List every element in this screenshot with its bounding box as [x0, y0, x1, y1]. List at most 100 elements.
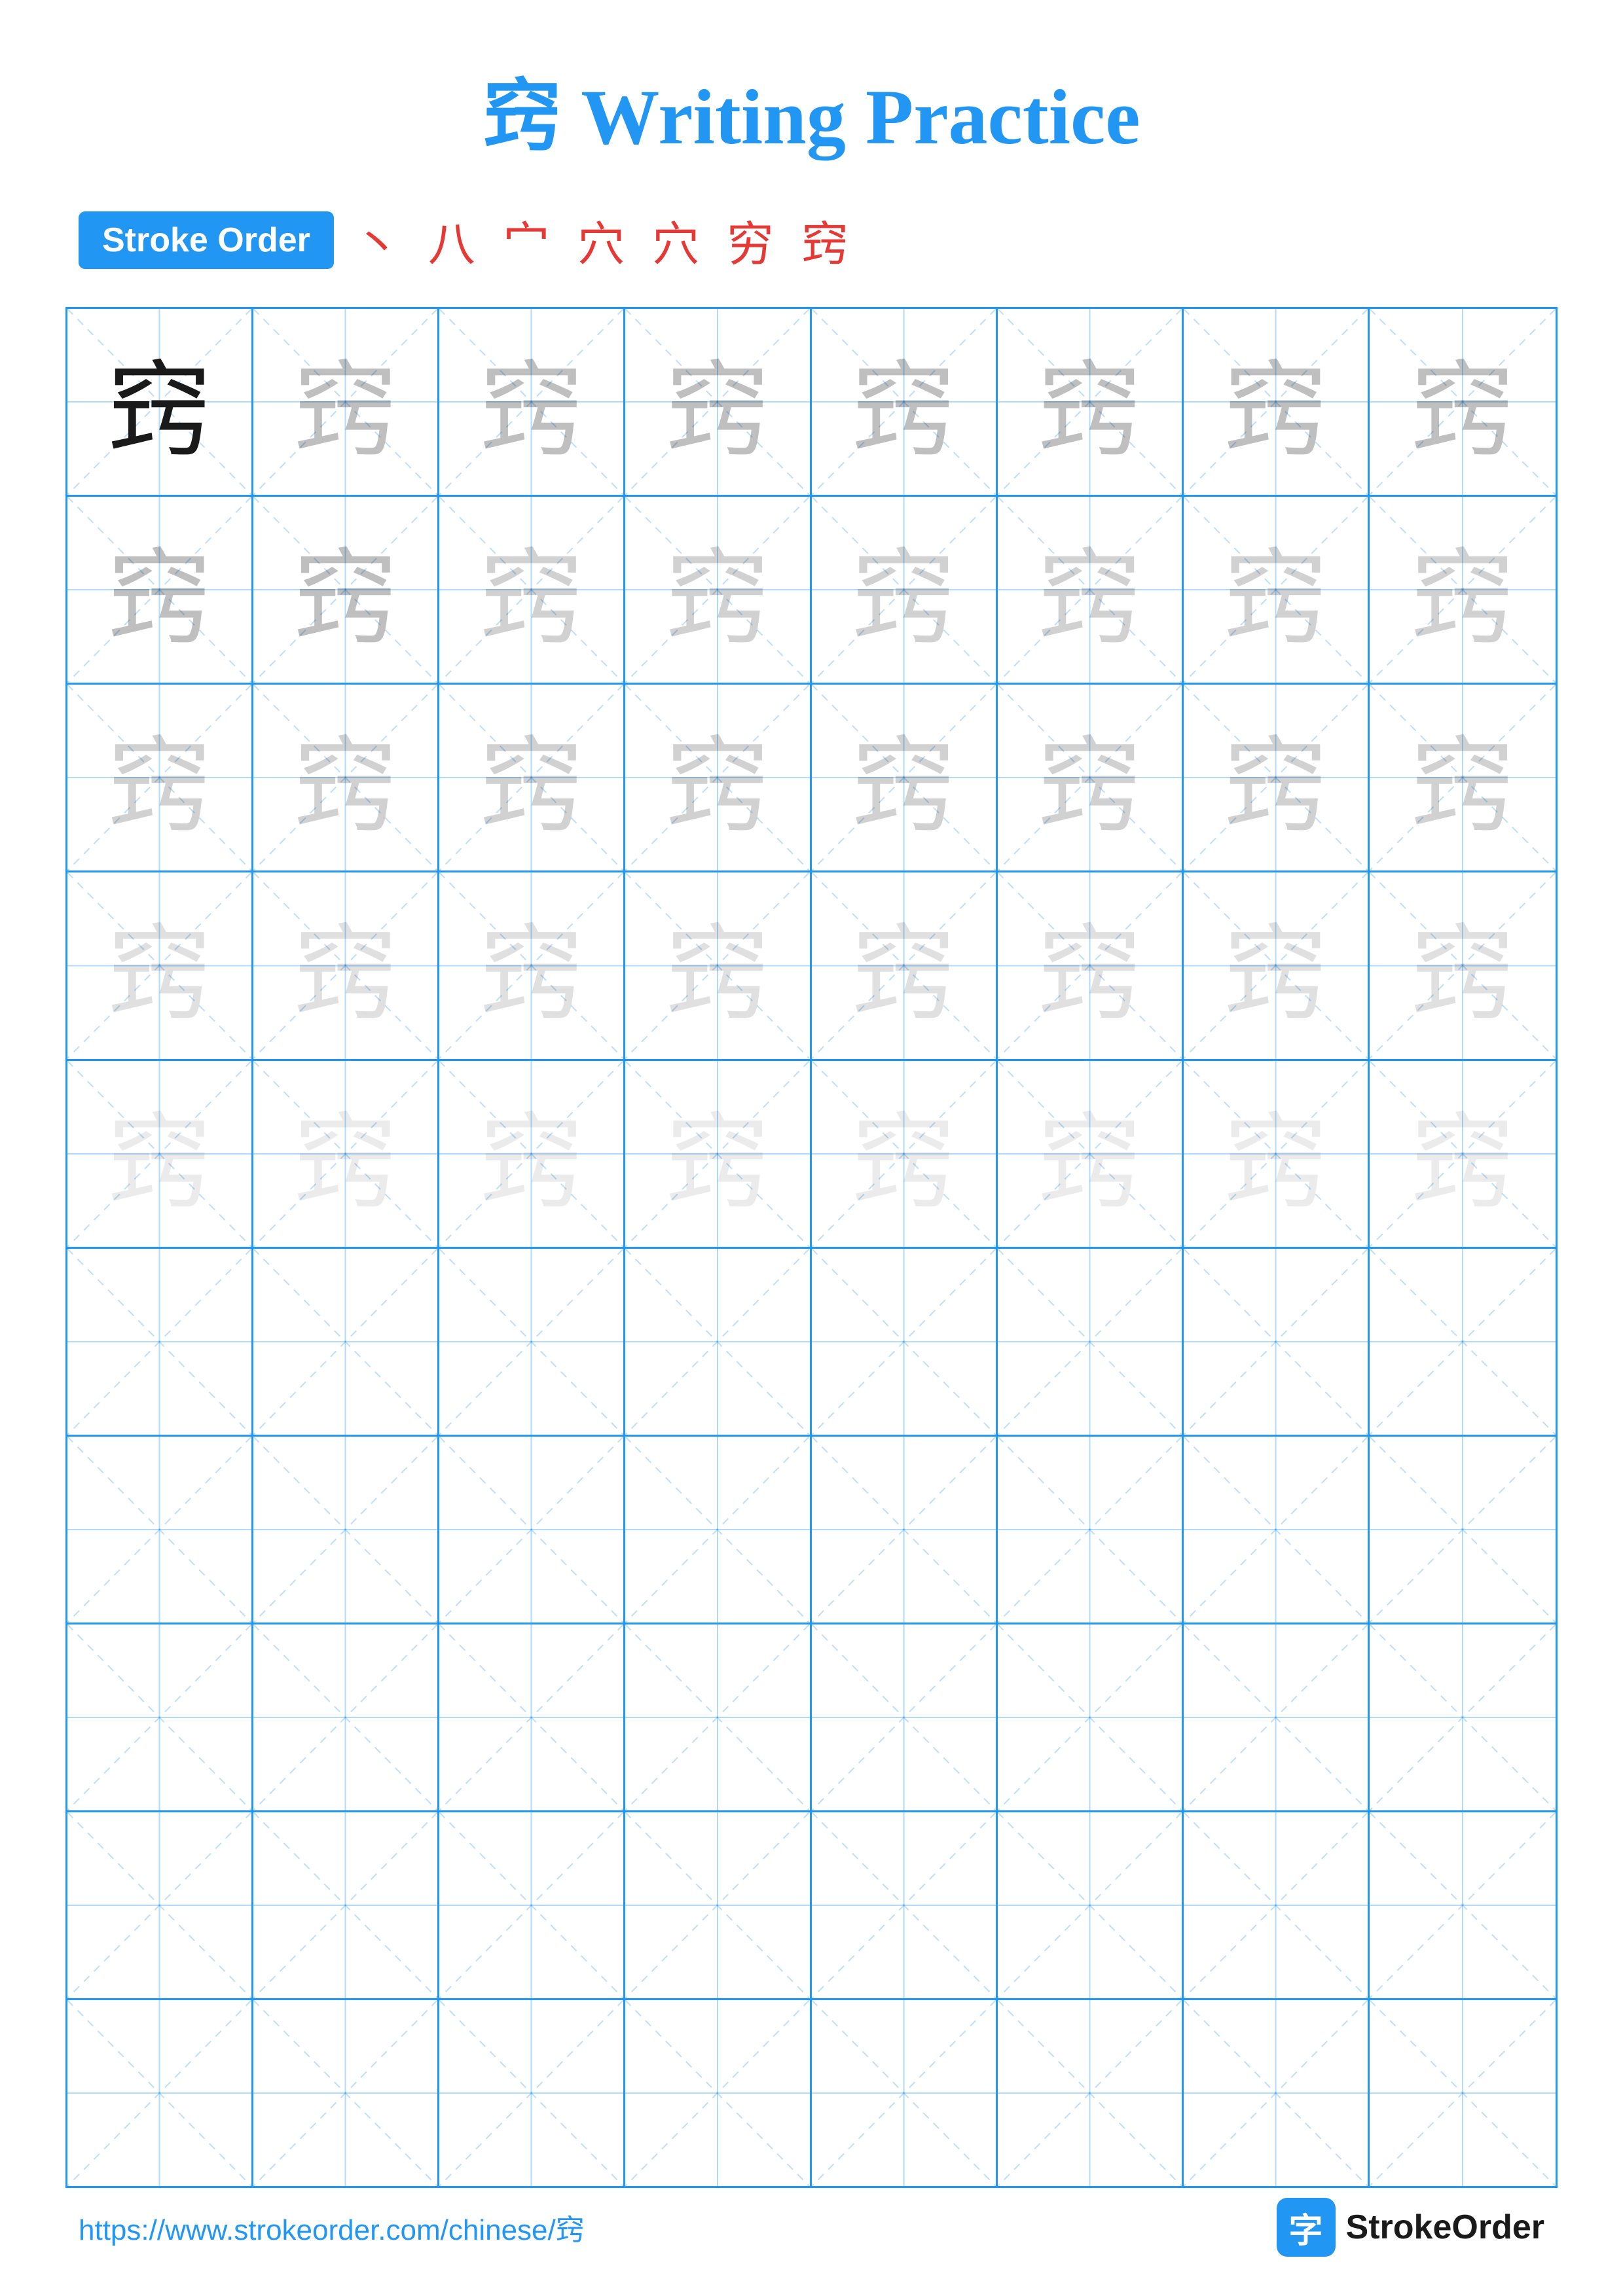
footer-logo-icon: 字 — [1277, 2198, 1336, 2257]
cell-5-5[interactable]: 窍 — [812, 1061, 998, 1247]
cell-7-1[interactable] — [67, 1437, 253, 1623]
cell-2-1[interactable]: 窍 — [67, 497, 253, 683]
cell-6-6[interactable] — [998, 1249, 1184, 1435]
cell-8-8[interactable] — [1370, 1624, 1556, 1810]
cell-5-3[interactable]: 窍 — [439, 1061, 625, 1247]
footer-url[interactable]: https://www.strokeorder.com/chinese/窍 — [79, 2206, 585, 2248]
cell-9-2[interactable] — [253, 1812, 439, 1998]
cell-1-6[interactable]: 窍 — [998, 309, 1184, 495]
cell-7-2[interactable] — [253, 1437, 439, 1623]
cell-3-2[interactable]: 窍 — [253, 685, 439, 870]
cell-1-2[interactable]: 窍 — [253, 309, 439, 495]
stroke-5: 穴 — [652, 206, 711, 274]
cell-2-5[interactable]: 窍 — [812, 497, 998, 683]
cell-8-3[interactable] — [439, 1624, 625, 1810]
cell-4-6[interactable]: 窍 — [998, 872, 1184, 1058]
cell-9-3[interactable] — [439, 1812, 625, 1998]
cell-10-3[interactable] — [439, 2000, 625, 2186]
cell-10-1[interactable] — [67, 2000, 253, 2186]
cell-7-8[interactable] — [1370, 1437, 1556, 1623]
cell-3-4[interactable]: 窍 — [625, 685, 811, 870]
footer-logo: 字 StrokeOrder — [1277, 2198, 1544, 2257]
stroke-sequence: 丶 八 宀 穴 穴 穷 窍 — [354, 206, 860, 274]
cell-8-1[interactable] — [67, 1624, 253, 1810]
grid-row-8 — [67, 1624, 1556, 1812]
cell-4-7[interactable]: 窍 — [1184, 872, 1370, 1058]
cell-4-4[interactable]: 窍 — [625, 872, 811, 1058]
cell-1-1[interactable]: 窍 — [67, 309, 253, 495]
cell-9-7[interactable] — [1184, 1812, 1370, 1998]
cell-5-8[interactable]: 窍 — [1370, 1061, 1556, 1247]
cell-3-8[interactable]: 窍 — [1370, 685, 1556, 870]
cell-8-5[interactable] — [812, 1624, 998, 1810]
stroke-order-badge: Stroke Order — [79, 211, 334, 269]
cell-6-7[interactable] — [1184, 1249, 1370, 1435]
grid-row-7 — [67, 1437, 1556, 1624]
cell-8-4[interactable] — [625, 1624, 811, 1810]
cell-7-6[interactable] — [998, 1437, 1184, 1623]
cell-10-5[interactable] — [812, 2000, 998, 2186]
grid-row-4: 窍 窍 窍 窍 窍 窍 窍 窍 — [67, 872, 1556, 1060]
stroke-6: 穷 — [727, 206, 786, 274]
cell-2-3[interactable]: 窍 — [439, 497, 625, 683]
cell-6-8[interactable] — [1370, 1249, 1556, 1435]
stroke-4: 穴 — [577, 206, 636, 274]
cell-5-1[interactable]: 窍 — [67, 1061, 253, 1247]
cell-6-4[interactable] — [625, 1249, 811, 1435]
cell-2-7[interactable]: 窍 — [1184, 497, 1370, 683]
cell-2-2[interactable]: 窍 — [253, 497, 439, 683]
cell-4-1[interactable]: 窍 — [67, 872, 253, 1058]
page-title: 窍 Writing Practice — [0, 0, 1623, 206]
cell-4-2[interactable]: 窍 — [253, 872, 439, 1058]
grid-row-5: 窍 窍 窍 窍 窍 窍 窍 窍 — [67, 1061, 1556, 1249]
cell-2-6[interactable]: 窍 — [998, 497, 1184, 683]
cell-7-5[interactable] — [812, 1437, 998, 1623]
cell-1-8[interactable]: 窍 — [1370, 309, 1556, 495]
cell-1-5[interactable]: 窍 — [812, 309, 998, 495]
cell-6-3[interactable] — [439, 1249, 625, 1435]
cell-10-4[interactable] — [625, 2000, 811, 2186]
cell-1-4[interactable]: 窍 — [625, 309, 811, 495]
cell-4-8[interactable]: 窍 — [1370, 872, 1556, 1058]
cell-10-2[interactable] — [253, 2000, 439, 2186]
cell-8-7[interactable] — [1184, 1624, 1370, 1810]
cell-7-7[interactable] — [1184, 1437, 1370, 1623]
cell-1-7[interactable]: 窍 — [1184, 309, 1370, 495]
cell-3-3[interactable]: 窍 — [439, 685, 625, 870]
cell-3-7[interactable]: 窍 — [1184, 685, 1370, 870]
cell-5-6[interactable]: 窍 — [998, 1061, 1184, 1247]
cell-10-6[interactable] — [998, 2000, 1184, 2186]
cell-2-8[interactable]: 窍 — [1370, 497, 1556, 683]
cell-4-3[interactable]: 窍 — [439, 872, 625, 1058]
cell-9-8[interactable] — [1370, 1812, 1556, 1998]
cell-7-3[interactable] — [439, 1437, 625, 1623]
cell-3-1[interactable]: 窍 — [67, 685, 253, 870]
cell-9-5[interactable] — [812, 1812, 998, 1998]
stroke-7: 窍 — [801, 206, 860, 274]
cell-10-8[interactable] — [1370, 2000, 1556, 2186]
cell-7-4[interactable] — [625, 1437, 811, 1623]
cell-2-4[interactable]: 窍 — [625, 497, 811, 683]
cell-6-5[interactable] — [812, 1249, 998, 1435]
cell-6-1[interactable] — [67, 1249, 253, 1435]
cell-9-1[interactable] — [67, 1812, 253, 1998]
stroke-order-row: Stroke Order 丶 八 宀 穴 穴 穷 窍 — [0, 206, 1623, 274]
practice-grid: 窍 窍 窍 窍 窍 窍 窍 窍 — [65, 307, 1558, 2188]
cell-1-3[interactable]: 窍 — [439, 309, 625, 495]
cell-9-4[interactable] — [625, 1812, 811, 1998]
cell-10-7[interactable] — [1184, 2000, 1370, 2186]
stroke-3: 宀 — [503, 206, 562, 274]
cell-8-2[interactable] — [253, 1624, 439, 1810]
cell-6-2[interactable] — [253, 1249, 439, 1435]
cell-5-4[interactable]: 窍 — [625, 1061, 811, 1247]
grid-row-6 — [67, 1249, 1556, 1437]
cell-3-5[interactable]: 窍 — [812, 685, 998, 870]
cell-5-7[interactable]: 窍 — [1184, 1061, 1370, 1247]
cell-8-6[interactable] — [998, 1624, 1184, 1810]
cell-5-2[interactable]: 窍 — [253, 1061, 439, 1247]
stroke-1: 丶 — [354, 206, 412, 274]
cell-4-5[interactable]: 窍 — [812, 872, 998, 1058]
cell-3-6[interactable]: 窍 — [998, 685, 1184, 870]
cell-9-6[interactable] — [998, 1812, 1184, 1998]
stroke-2: 八 — [428, 206, 487, 274]
